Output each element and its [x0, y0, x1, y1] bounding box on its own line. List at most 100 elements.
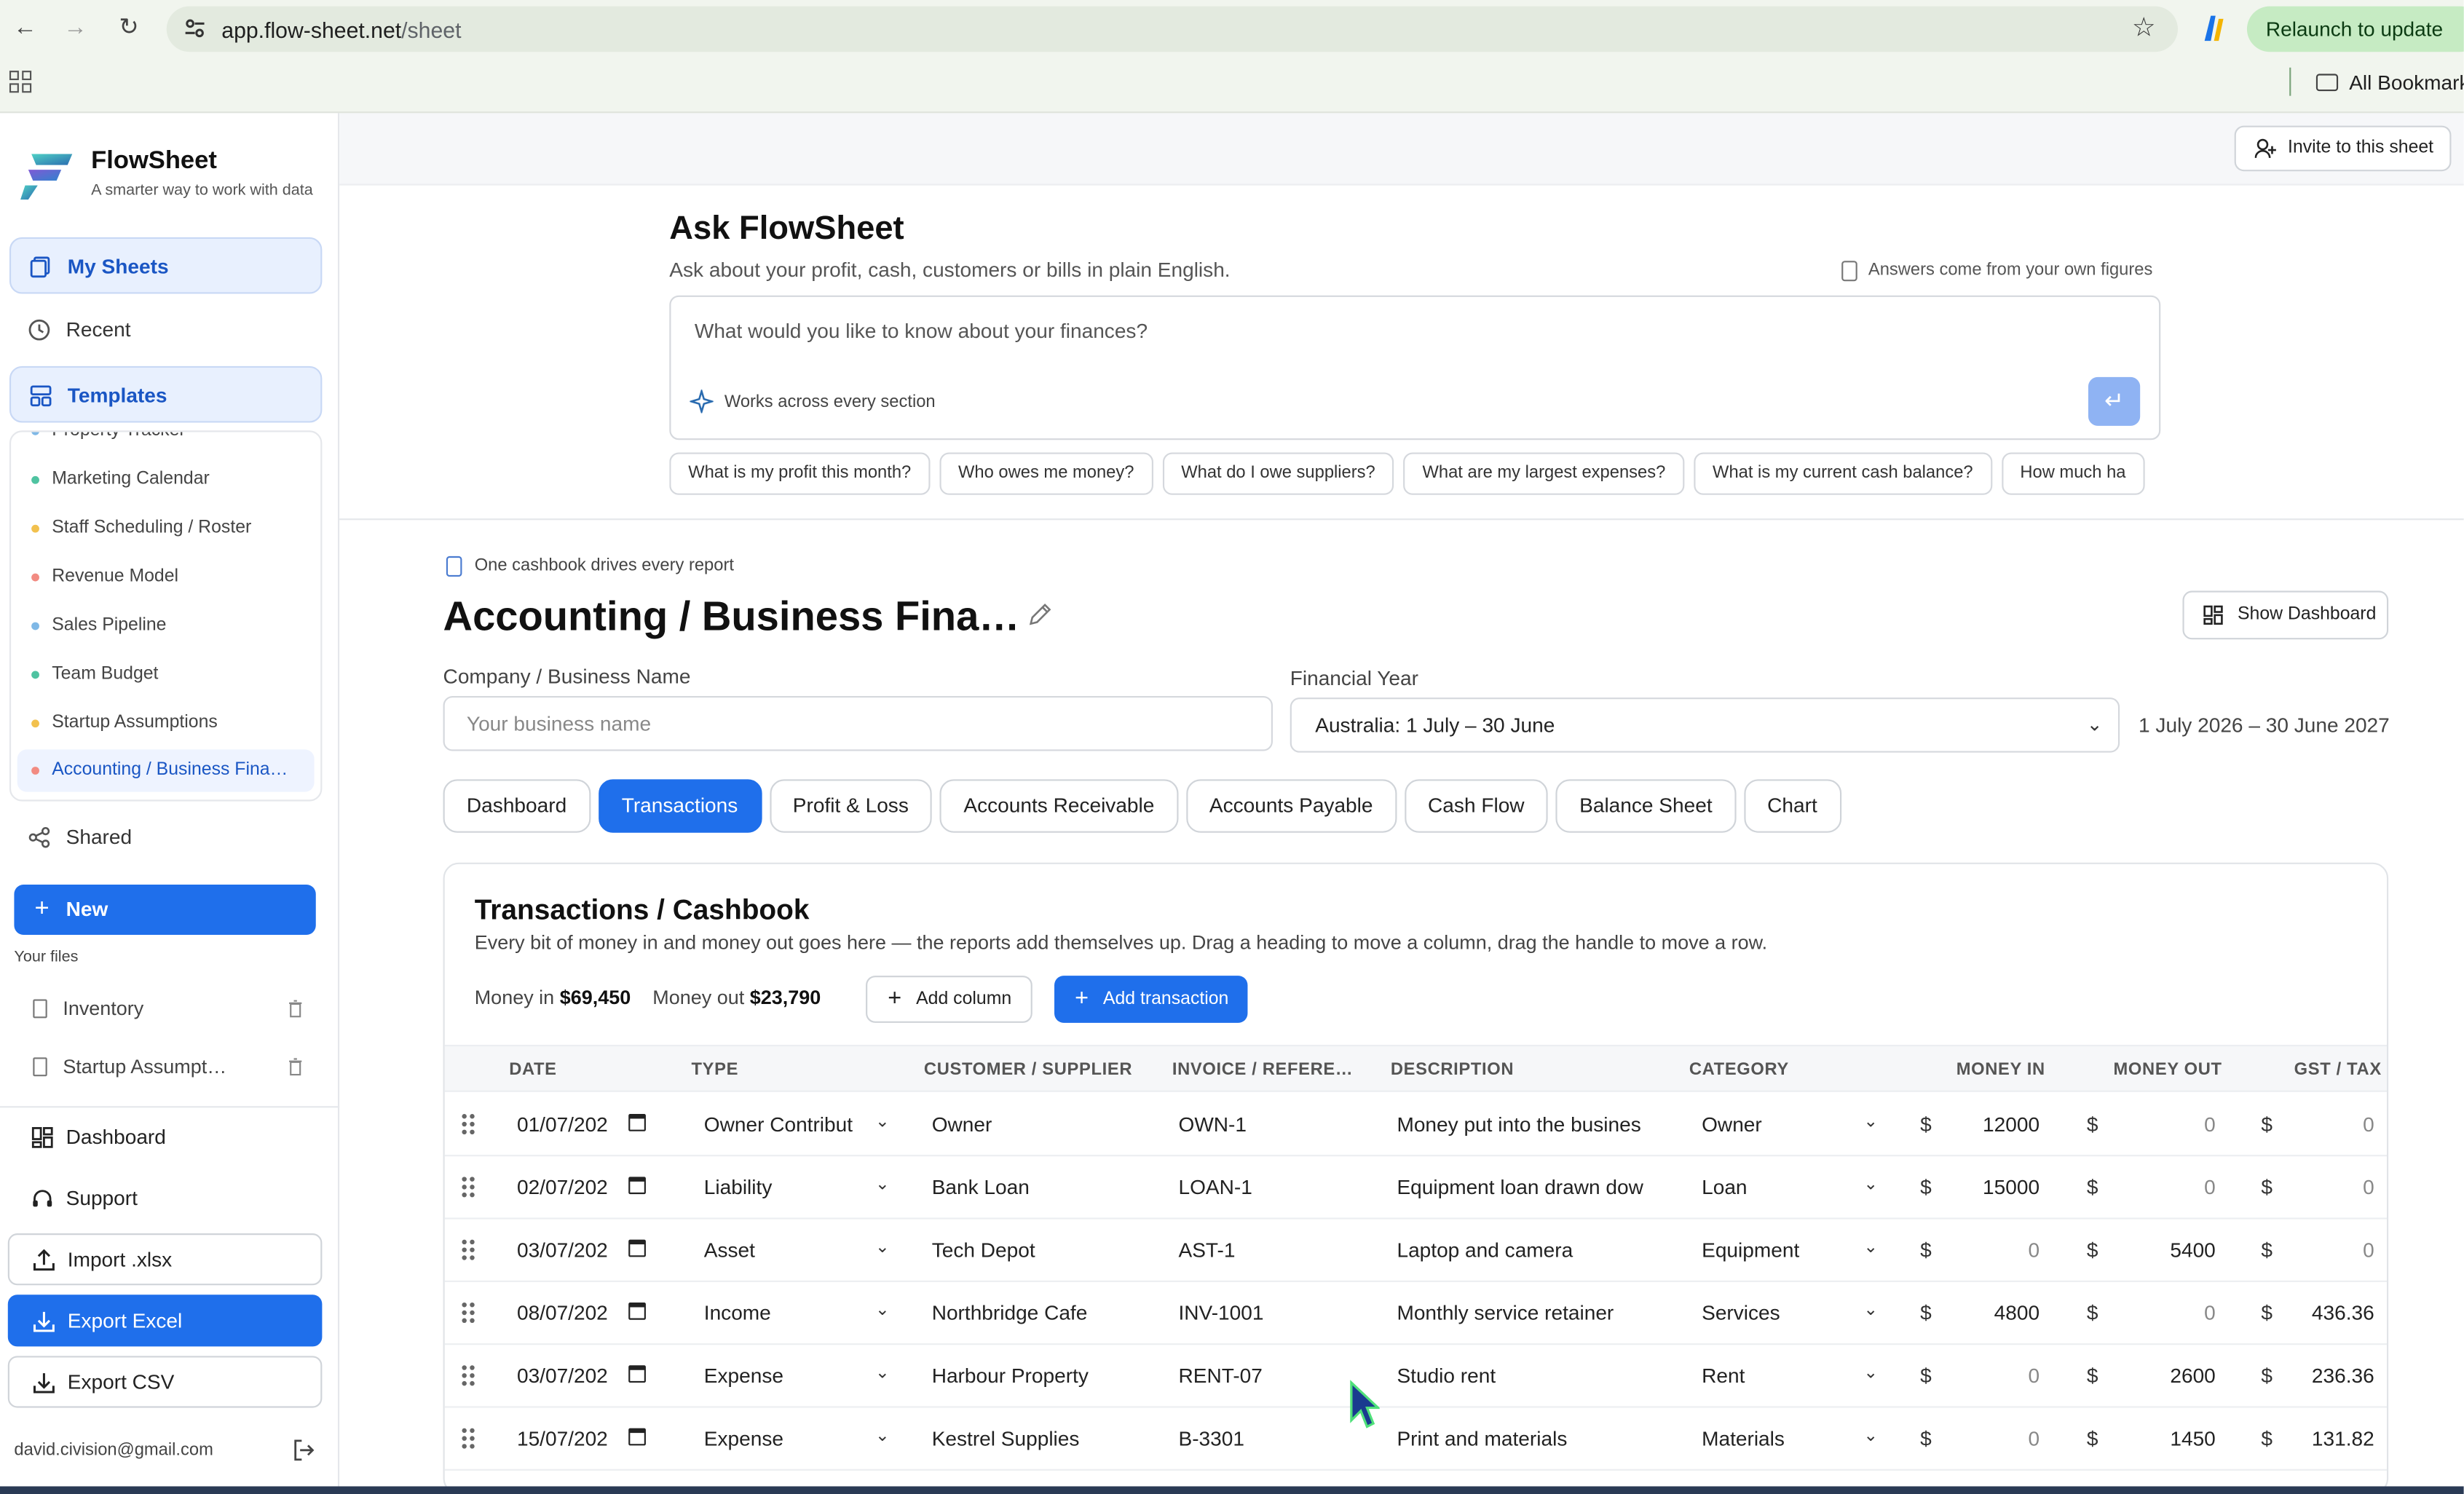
relaunch-button[interactable]: Relaunch to update	[2246, 6, 2464, 52]
invoice-cell[interactable]: INV-1001	[1179, 1301, 1367, 1324]
export-csv-button[interactable]: Export CSV	[7, 1356, 323, 1408]
category-select[interactable]: Services	[1702, 1301, 1843, 1324]
ask-input[interactable]: What would you like to know about your f…	[695, 319, 1148, 342]
money-out-cell[interactable]: 2600	[2120, 1364, 2215, 1387]
tab-transactions[interactable]: Transactions	[598, 779, 762, 833]
all-bookmarks[interactable]: All Bookmarks	[2315, 71, 2464, 94]
category-select[interactable]: Equipment	[1702, 1238, 1843, 1262]
money-in-cell[interactable]: 0	[1946, 1238, 2039, 1262]
file-item[interactable]: Startup Assumpt…	[31, 1050, 308, 1084]
drag-handle-icon[interactable]	[462, 1302, 475, 1324]
column-header-gst[interactable]: GST / TAX	[2294, 1061, 2382, 1080]
date-cell[interactable]: 03/07/202	[517, 1238, 627, 1262]
tab-dashboard[interactable]: Dashboard	[443, 779, 591, 833]
new-button[interactable]: + New	[14, 884, 316, 936]
tab-cash-flow[interactable]: Cash Flow	[1404, 779, 1548, 833]
table-row[interactable]: 03/07/202 Expense ⌄ Harbour Property RENT-07…	[444, 1345, 2388, 1408]
column-header-invoice[interactable]: INVOICE / REFERE…	[1172, 1061, 1353, 1080]
table-row[interactable]: 03/07/202 Asset ⌄ Tech Depot AST-1 Laptop and…	[444, 1220, 2388, 1282]
gst-cell[interactable]: 436.36	[2283, 1301, 2374, 1324]
drag-handle-icon[interactable]	[462, 1239, 475, 1260]
gst-cell[interactable]: 0	[2283, 1238, 2374, 1262]
template-item[interactable]: Startup Assumptions	[17, 703, 315, 745]
chevron-down-icon[interactable]: ⌄	[875, 1300, 890, 1320]
drag-handle-icon[interactable]	[462, 1365, 475, 1386]
logout-icon[interactable]	[292, 1439, 315, 1461]
calendar-icon[interactable]	[628, 1239, 646, 1257]
date-cell[interactable]: 15/07/202	[517, 1426, 627, 1450]
description-cell[interactable]: Money put into the busines	[1397, 1112, 1664, 1136]
company-name-input[interactable]: Your business name	[443, 695, 1273, 751]
type-select[interactable]: Income	[704, 1301, 867, 1324]
drag-handle-icon[interactable]	[462, 1177, 475, 1198]
money-out-cell[interactable]: 0	[2120, 1301, 2216, 1324]
template-item[interactable]: Marketing Calendar	[17, 459, 315, 501]
column-header-description[interactable]: DESCRIPTION	[1391, 1061, 1514, 1080]
chevron-down-icon[interactable]: ⌄	[1863, 1236, 1878, 1257]
category-select[interactable]: Owner	[1702, 1112, 1843, 1136]
money-out-cell[interactable]: 0	[2120, 1112, 2216, 1136]
suggestion-chip[interactable]: What is my profit this month?	[669, 452, 931, 495]
drag-handle-icon[interactable]	[462, 1428, 475, 1449]
site-settings-icon[interactable]	[182, 16, 208, 42]
calendar-icon[interactable]	[628, 1365, 646, 1383]
type-select[interactable]: Asset	[704, 1238, 867, 1262]
invoice-cell[interactable]: LOAN-1	[1179, 1175, 1367, 1198]
template-item[interactable]: Property Tracker	[17, 432, 315, 452]
import-xlsx-button[interactable]: Import .xlsx	[7, 1233, 323, 1286]
money-in-cell[interactable]: 0	[1946, 1426, 2039, 1450]
money-in-cell[interactable]: 12000	[1946, 1112, 2039, 1136]
type-select[interactable]: Owner Contribut	[704, 1112, 867, 1136]
suggestion-chip[interactable]: Who owes me money?	[939, 452, 1153, 495]
money-out-cell[interactable]: 1450	[2120, 1426, 2215, 1450]
sidebar-support-link[interactable]: Support	[31, 1183, 138, 1214]
calendar-icon[interactable]	[628, 1428, 646, 1446]
category-select[interactable]: Loan	[1702, 1175, 1843, 1198]
column-header-category[interactable]: CATEGORY	[1689, 1061, 1789, 1080]
back-icon[interactable]: ←	[9, 12, 41, 44]
invoice-cell[interactable]: B-3301	[1179, 1426, 1367, 1450]
calendar-icon[interactable]	[628, 1114, 646, 1131]
table-row[interactable]: 15/07/202 Expense ⌄ Kestrel Supplies B-3301 P…	[444, 1408, 2388, 1471]
table-row[interactable]: 01/07/202 Owner Contribut ⌄ Owner OWN-1 Money…	[444, 1094, 2388, 1157]
chevron-down-icon[interactable]: ⌄	[1863, 1362, 1878, 1383]
money-out-cell[interactable]: 0	[2120, 1175, 2216, 1198]
tab-profit-loss[interactable]: Profit & Loss	[769, 779, 933, 833]
type-select[interactable]: Liability	[704, 1175, 867, 1198]
customer-cell[interactable]: Kestrel Supplies	[932, 1426, 1152, 1450]
category-select[interactable]: Rent	[1702, 1364, 1843, 1387]
trash-icon[interactable]	[288, 999, 304, 1018]
category-select[interactable]: Materials	[1702, 1426, 1843, 1450]
tab-accounts-payable[interactable]: Accounts Payable	[1185, 779, 1397, 833]
customer-cell[interactable]: Bank Loan	[932, 1175, 1152, 1198]
template-item[interactable]: Staff Scheduling / Roster	[17, 507, 315, 550]
chevron-down-icon[interactable]: ⌄	[875, 1362, 890, 1383]
chevron-down-icon[interactable]: ⌄	[1863, 1425, 1878, 1445]
drag-handle-icon[interactable]	[462, 1114, 475, 1135]
date-cell[interactable]: 01/07/202	[517, 1112, 627, 1136]
date-cell[interactable]: 08/07/202	[517, 1301, 627, 1324]
chevron-down-icon[interactable]: ⌄	[875, 1236, 890, 1257]
invoice-cell[interactable]: AST-1	[1179, 1238, 1367, 1262]
gst-cell[interactable]: 0	[2283, 1175, 2374, 1198]
column-header-money-in[interactable]: MONEY IN	[1956, 1061, 2045, 1080]
description-cell[interactable]: Laptop and camera	[1397, 1238, 1664, 1262]
add-transaction-button[interactable]: + Add transaction	[1054, 976, 1248, 1023]
gst-cell[interactable]: 236.36	[2283, 1364, 2374, 1387]
chevron-down-icon[interactable]: ⌄	[1863, 1111, 1878, 1131]
type-select[interactable]: Expense	[704, 1364, 867, 1387]
calendar-icon[interactable]	[628, 1177, 646, 1195]
column-header-type[interactable]: TYPE	[692, 1061, 739, 1080]
chevron-down-icon[interactable]: ⌄	[1863, 1300, 1878, 1320]
forward-icon[interactable]: →	[60, 12, 91, 44]
type-select[interactable]: Expense	[704, 1426, 867, 1450]
column-header-money-out[interactable]: MONEY OUT	[2114, 1061, 2222, 1080]
customer-cell[interactable]: Owner	[932, 1112, 1152, 1136]
description-cell[interactable]: Print and materials	[1397, 1426, 1664, 1450]
nav-shared[interactable]: Shared	[9, 809, 322, 866]
date-cell[interactable]: 03/07/202	[517, 1364, 627, 1387]
table-row[interactable]: 02/07/202 Liability ⌄ Bank Loan LOAN-1 Equipm…	[444, 1156, 2388, 1220]
description-cell[interactable]: Monthly service retainer	[1397, 1301, 1664, 1324]
money-in-cell[interactable]: 4800	[1946, 1301, 2039, 1324]
column-header-date[interactable]: DATE	[509, 1061, 556, 1080]
